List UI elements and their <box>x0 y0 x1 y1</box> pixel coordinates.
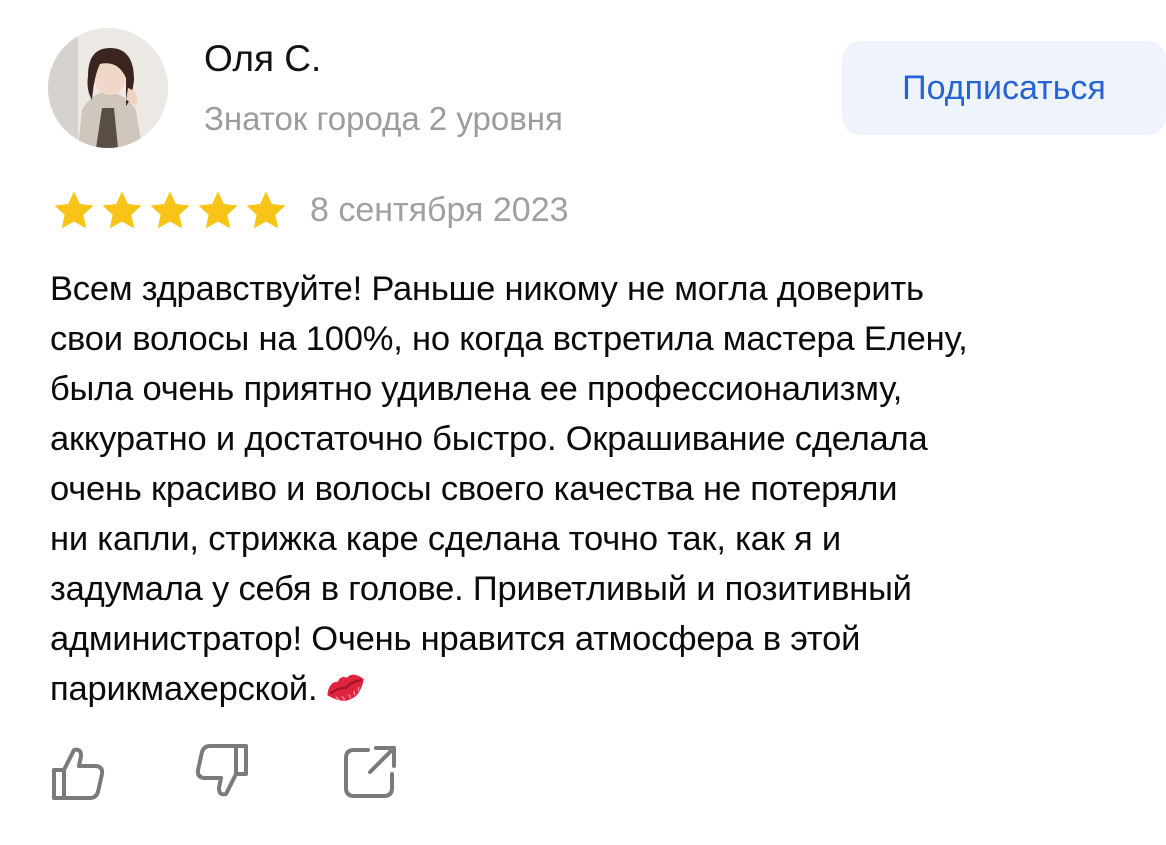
share-icon <box>344 746 396 798</box>
review-last-line: парикмахерской. <box>50 664 1162 714</box>
author-level: Знаток города 2 уровня <box>204 100 563 137</box>
review-line: ни капли, стрижка каре сделана точно так… <box>50 520 841 558</box>
share-button[interactable] <box>340 742 400 802</box>
star-icon <box>54 191 94 229</box>
review-line: администратор! Очень нравится атмосфера … <box>50 620 861 658</box>
review-line: аккуратно и достаточно быстро. Окрашиван… <box>50 420 928 458</box>
thumbs-down-icon <box>195 744 248 797</box>
like-button[interactable] <box>48 742 108 802</box>
kiss-mark-icon <box>327 674 365 701</box>
subscribe-button[interactable]: Подписаться <box>842 41 1166 135</box>
review-line: очень красиво и волосы своего качества н… <box>50 470 898 508</box>
star-icon <box>246 191 286 229</box>
review-line: была очень приятно удивлена ее профессио… <box>50 370 903 408</box>
star-icon <box>102 191 142 229</box>
review-line: парикмахерской. <box>50 670 318 708</box>
avatar-photo <box>48 28 168 148</box>
avatar[interactable] <box>48 28 168 148</box>
review-line: Всем здравствуйте! Раньше никому не могл… <box>50 270 924 308</box>
review-text: Всем здравствуйте! Раньше никому не могл… <box>50 264 1162 714</box>
thumbs-up-icon <box>52 747 105 800</box>
review-date: 8 сентября 2023 <box>310 191 569 229</box>
star-icon <box>150 191 190 229</box>
author-name[interactable]: Оля С. <box>204 36 321 82</box>
review-line: задумала у себя в голове. Приветливый и … <box>50 570 912 608</box>
dislike-button[interactable] <box>192 742 252 802</box>
review-line: свои волосы на 100%, но когда встретила … <box>50 320 968 358</box>
star-icon <box>198 191 238 229</box>
star-rating <box>50 188 290 234</box>
